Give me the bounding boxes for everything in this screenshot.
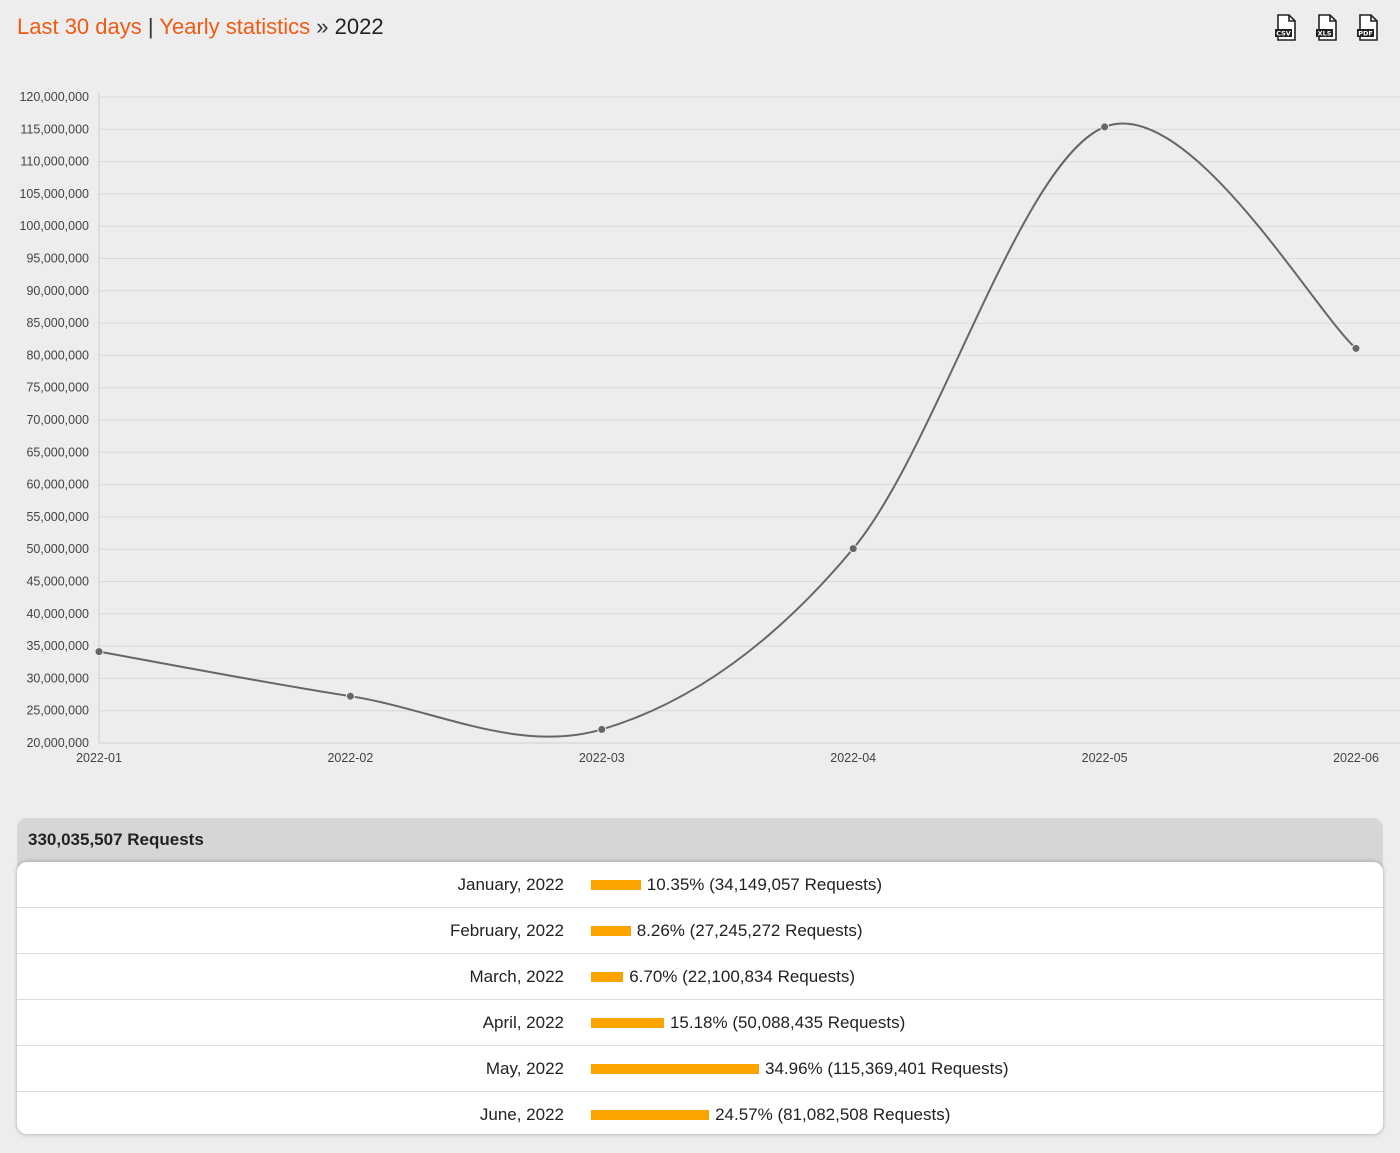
- month-label: March, 2022: [469, 966, 565, 986]
- y-tick-label: 60,000,000: [26, 478, 89, 492]
- data-point: [597, 724, 607, 734]
- pdf-icon-label: PDF: [1358, 30, 1373, 38]
- last-30-days-link[interactable]: Last 30 days: [17, 14, 142, 39]
- breadcrumb: Last 30 days | Yearly statistics » 2022: [17, 12, 384, 42]
- percentage-bar: [591, 879, 641, 890]
- percentage-bar: [591, 971, 624, 982]
- y-tick-label: 120,000,000: [19, 90, 89, 104]
- csv-file-icon: CSV: [1275, 14, 1296, 41]
- export-pdf-button[interactable]: PDF: [1356, 14, 1380, 42]
- percentage-bar: [591, 925, 631, 936]
- csv-icon-label: CSV: [1276, 30, 1291, 38]
- percentage-value: 8.26% (27,245,272 Requests): [636, 920, 863, 940]
- y-tick-label: 85,000,000: [26, 316, 89, 330]
- percentage-value: 34.96% (115,369,401 Requests): [765, 1058, 1009, 1078]
- xls-file-icon: XLS: [1316, 14, 1337, 41]
- y-tick-label: 105,000,000: [19, 187, 89, 201]
- breadcrumb-current-year: 2022: [334, 14, 384, 39]
- y-tick-label: 80,000,000: [26, 348, 89, 362]
- x-tick-label: 2022-05: [1082, 751, 1128, 765]
- breadcrumb-arrow: »: [316, 14, 329, 39]
- data-point: [345, 691, 355, 701]
- monthly-breakdown-panel: 330,035,507 Requests January, 2022 10.35%…: [17, 818, 1383, 1134]
- month-label: February, 2022: [449, 920, 564, 940]
- percentage-value: 24.57% (81,082,508 Requests): [715, 1104, 951, 1124]
- data-point: [848, 544, 858, 554]
- month-label: January, 2022: [457, 874, 564, 894]
- breadcrumb-separator: |: [147, 14, 154, 39]
- yearly-statistics-link[interactable]: Yearly statistics: [159, 14, 310, 39]
- y-tick-label: 110,000,000: [20, 155, 89, 169]
- xls-icon-label: XLS: [1318, 30, 1332, 38]
- table-row: January, 2022 10.35% (34,149,057 Requests…: [17, 862, 1383, 908]
- y-tick-label: 50,000,000: [26, 542, 89, 556]
- y-tick-label: 25,000,000: [26, 704, 89, 718]
- data-point: [1100, 122, 1110, 132]
- table-row: June, 2022 24.57% (81,082,508 Requests): [17, 1092, 1383, 1134]
- y-tick-label: 55,000,000: [26, 510, 89, 524]
- data-point: [1351, 343, 1361, 353]
- x-tick-label: 2022-04: [830, 751, 876, 765]
- table-row: March, 2022 6.70% (22,100,834 Requests): [17, 954, 1383, 1000]
- month-label: June, 2022: [479, 1104, 564, 1124]
- y-tick-label: 65,000,000: [26, 445, 89, 459]
- y-tick-label: 35,000,000: [26, 639, 89, 653]
- total-requests-header: 330,035,507 Requests: [28, 830, 204, 849]
- data-point: [94, 647, 104, 657]
- monthly-breakdown-table: January, 2022 10.35% (34,149,057 Requests…: [17, 862, 1383, 1134]
- percentage-value: 6.70% (22,100,834 Requests): [629, 966, 856, 986]
- x-tick-label: 2022-02: [327, 751, 373, 765]
- requests-line-chart: 20,000,000 25,000,000 30,000,000 35,000,000…: [19, 90, 1400, 765]
- percentage-bar: [591, 1109, 710, 1120]
- export-csv-button[interactable]: CSV: [1274, 14, 1298, 42]
- y-tick-label: 75,000,000: [26, 381, 89, 395]
- y-tick-label: 20,000,000: [26, 736, 89, 750]
- y-tick-label: 70,000,000: [26, 413, 89, 427]
- x-tick-label: 2022-03: [579, 751, 625, 765]
- y-tick-label: 30,000,000: [26, 671, 89, 685]
- table-row: February, 2022 8.26% (27,245,272 Requests…: [17, 908, 1383, 954]
- percentage-bar: [591, 1063, 759, 1074]
- series-line: [98, 122, 1357, 738]
- y-tick-label: 40,000,000: [26, 607, 89, 621]
- percentage-bar: [591, 1017, 664, 1028]
- pdf-file-icon: PDF: [1357, 14, 1378, 41]
- month-label: May, 2022: [485, 1058, 564, 1078]
- x-tick-label: 2022-01: [76, 751, 122, 765]
- x-tick-label: 2022-06: [1333, 751, 1379, 765]
- y-tick-label: 115,000,000: [20, 122, 89, 136]
- export-xls-button[interactable]: XLS: [1315, 14, 1339, 42]
- table-row: April, 2022 15.18% (50,088,435 Requests): [17, 1000, 1383, 1046]
- percentage-value: 10.35% (34,149,057 Requests): [646, 874, 883, 894]
- export-toolbar: CSV XLS PDF: [1274, 14, 1380, 42]
- y-tick-label: 95,000,000: [26, 252, 89, 266]
- y-tick-label: 45,000,000: [26, 575, 89, 589]
- table-row: May, 2022 34.96% (115,369,401 Requests): [17, 1046, 1383, 1092]
- y-tick-label: 100,000,000: [19, 219, 89, 233]
- percentage-value: 15.18% (50,088,435 Requests): [669, 1012, 906, 1032]
- month-label: April, 2022: [482, 1012, 564, 1032]
- y-tick-label: 90,000,000: [26, 284, 89, 298]
